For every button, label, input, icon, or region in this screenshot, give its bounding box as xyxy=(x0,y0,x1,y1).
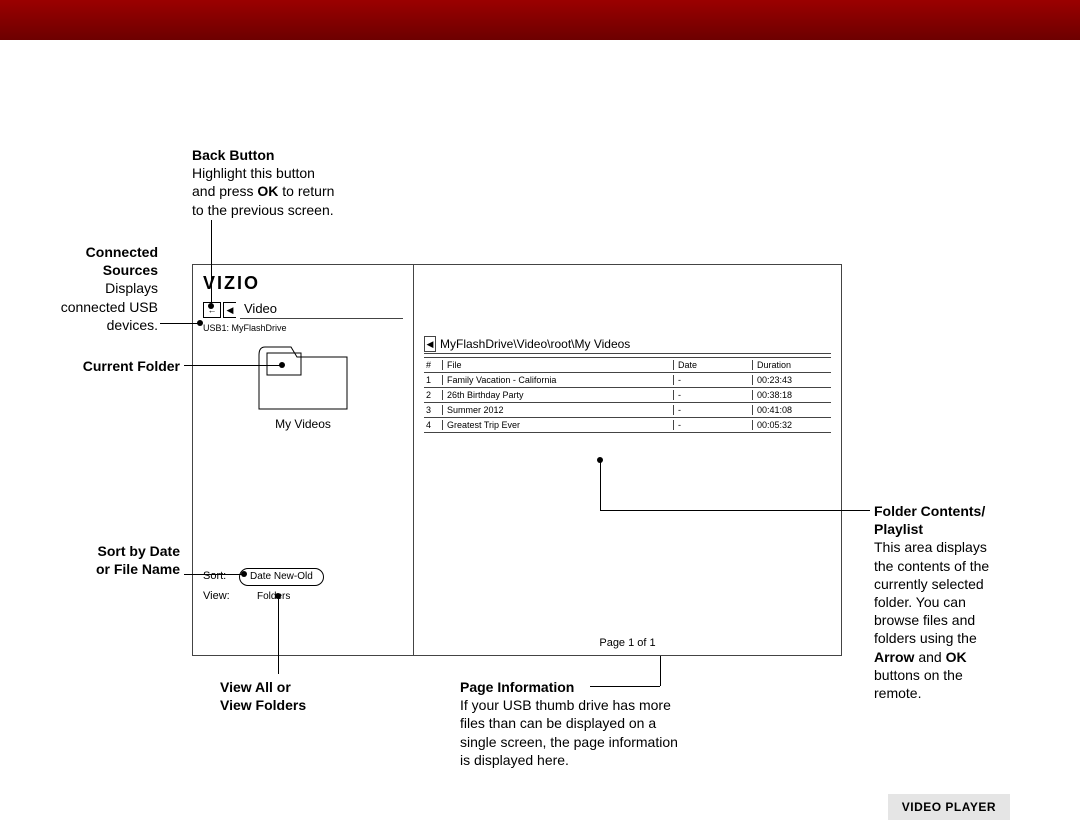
device-main: ◀ MyFlashDrive\Video\root\My Videos # Fi… xyxy=(414,265,841,655)
connector-dot xyxy=(279,362,285,368)
connector xyxy=(184,574,244,575)
view-value-button[interactable]: Folders xyxy=(239,588,290,606)
callout-sort: Sort by Date or File Name xyxy=(40,542,180,578)
callout-page-info: Page Information If your USB thumb drive… xyxy=(460,678,730,769)
callout-folder-contents: Folder Contents/ Playlist This area disp… xyxy=(874,502,1046,702)
breadcrumb: MyFlashDrive\Video\root\My Videos xyxy=(440,337,630,351)
table-row[interactable]: 2 26th Birthday Party - 00:38:18 xyxy=(424,388,831,403)
table-row[interactable]: 3 Summer 2012 - 00:41:08 xyxy=(424,403,831,418)
callout-connected-sources: Connected Sources Displays connected USB… xyxy=(40,243,158,334)
current-folder-name: My Videos xyxy=(215,417,391,431)
caret-left-icon[interactable]: ◀ xyxy=(223,302,236,318)
col-date-header: Date xyxy=(674,360,753,370)
manual-page: VIZIO ← ◀ Video USB1: MyFlashDrive My Vi… xyxy=(0,40,1080,834)
callout-back-button: Back Button Highlight this button and pr… xyxy=(192,146,334,219)
page-info: Page 1 of 1 xyxy=(414,637,841,649)
view-key: View: xyxy=(203,587,239,607)
col-file-header: File xyxy=(443,360,674,370)
connector xyxy=(660,656,661,686)
connector-dot xyxy=(275,593,281,599)
col-dur-header: Duration xyxy=(753,360,831,370)
usb-source-label: USB1: MyFlashDrive xyxy=(203,323,287,333)
connector xyxy=(600,460,601,510)
table-header: # File Date Duration xyxy=(424,358,831,373)
connector xyxy=(184,365,282,366)
current-folder[interactable]: My Videos xyxy=(215,343,391,431)
sort-value-button[interactable]: Date New-Old xyxy=(239,568,324,586)
breadcrumb-back-button[interactable]: ◀ xyxy=(424,336,436,352)
col-num-header: # xyxy=(424,360,443,370)
mode-label: Video xyxy=(240,301,403,319)
section-tag: VIDEO PLAYER xyxy=(888,794,1010,820)
table-row[interactable]: 1 Family Vacation - California - 00:23:4… xyxy=(424,373,831,388)
breadcrumb-row: ◀ MyFlashDrive\Video\root\My Videos xyxy=(424,335,831,354)
device-panel: VIZIO ← ◀ Video USB1: MyFlashDrive My Vi… xyxy=(192,264,842,656)
callout-current-folder: Current Folder xyxy=(40,357,180,375)
connector-dot xyxy=(208,303,214,309)
connector xyxy=(160,323,200,324)
table-row[interactable]: 4 Greatest Trip Ever - 00:05:32 xyxy=(424,418,831,433)
connector-dot xyxy=(241,571,247,577)
file-table: # File Date Duration 1 Family Vacation -… xyxy=(424,357,831,433)
connector xyxy=(590,686,660,687)
connector xyxy=(600,510,870,511)
connector xyxy=(211,220,212,306)
connector xyxy=(278,596,279,674)
mode-row: ← ◀ Video xyxy=(203,299,403,321)
folder-icon xyxy=(257,343,349,411)
sort-view-controls: Sort: Date New-Old View: Folders xyxy=(203,567,403,607)
callout-view: View All or View Folders xyxy=(220,678,306,714)
sort-key: Sort: xyxy=(203,567,239,587)
device-sidebar: VIZIO ← ◀ Video USB1: MyFlashDrive My Vi… xyxy=(193,265,414,655)
top-bar xyxy=(0,0,1080,40)
connector-dot xyxy=(197,320,203,326)
